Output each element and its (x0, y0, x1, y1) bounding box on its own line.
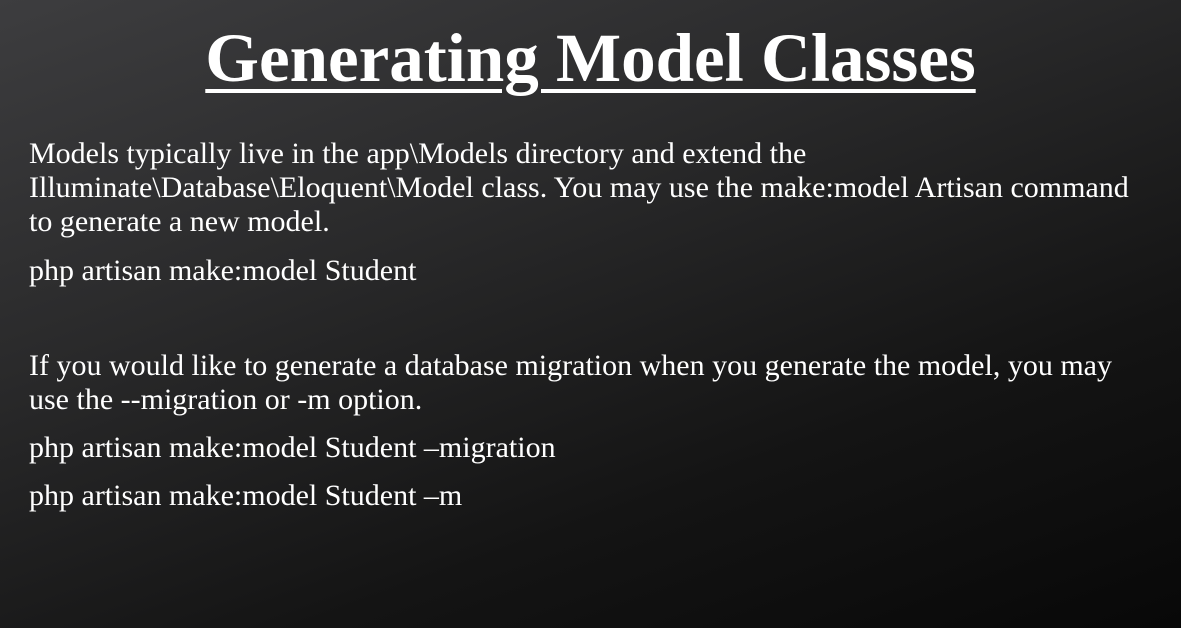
command-make-model: php artisan make:model Student (29, 254, 417, 287)
slide-title-text: Generating Model Classes (205, 20, 976, 96)
intro-paragraph: Models typically live in the app\Models … (29, 137, 1129, 238)
migration-paragraph: If you would like to generate a database… (29, 349, 1112, 416)
command-make-model-migration: php artisan make:model Student –migratio… (29, 431, 556, 464)
slide: Generating Model Classes Models typicall… (0, 0, 1181, 628)
command-make-model-m: php artisan make:model Student –m (29, 479, 463, 512)
slide-title: Generating Model Classes (0, 18, 1181, 98)
